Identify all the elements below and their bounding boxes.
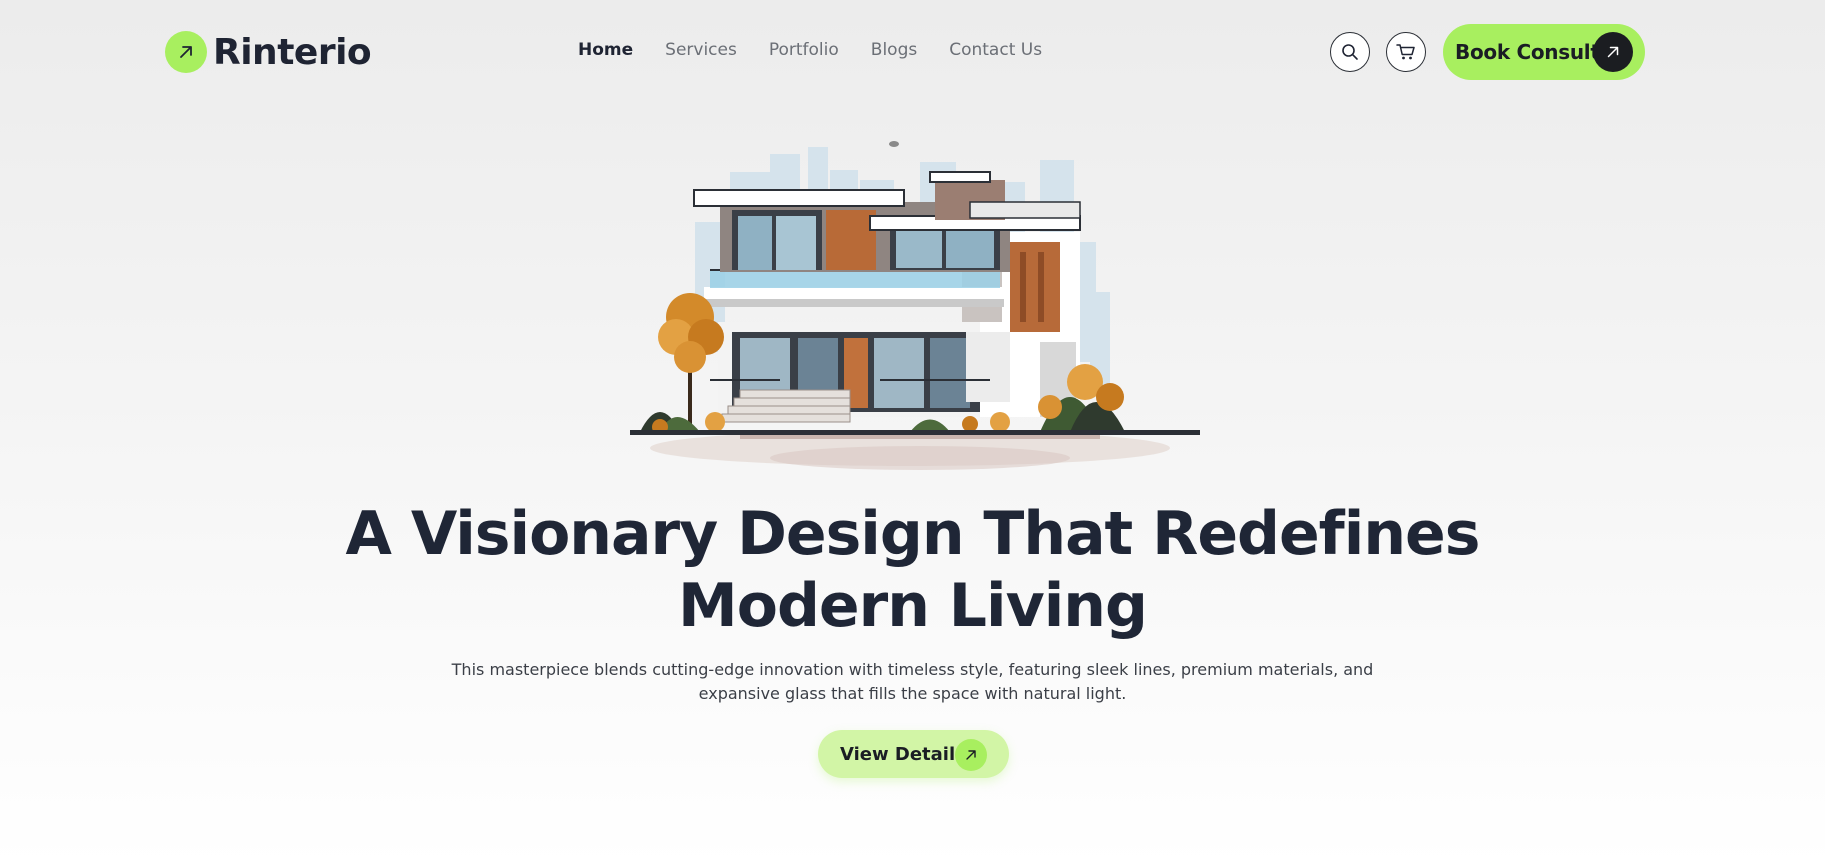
nav-item-home[interactable]: Home (578, 40, 633, 60)
hero-title-line-2: Modern Living (678, 571, 1148, 641)
hero-subtitle-line-2: expansive glass that fills the space wit… (698, 684, 1127, 703)
cart-icon (1396, 44, 1415, 60)
logo-badge (165, 31, 207, 73)
arrow-up-right-icon (1607, 46, 1619, 58)
search-button[interactable] (1330, 32, 1370, 72)
book-consult-label: Book Consult (1455, 40, 1600, 64)
nav-item-contact-us[interactable]: Contact Us (949, 40, 1042, 60)
arrow-up-right-icon (966, 750, 976, 760)
arrow-up-right-icon (180, 46, 192, 58)
nav-item-portfolio[interactable]: Portfolio (769, 40, 839, 60)
book-consult-button[interactable]: Book Consult (1443, 24, 1645, 80)
view-details-button[interactable]: View Details (818, 730, 1009, 778)
house-svg (630, 141, 1200, 470)
view-details-arrow (955, 739, 987, 771)
logo[interactable]: Rinterio (165, 30, 372, 74)
view-details-label: View Details (840, 743, 966, 765)
hero-subtitle-line-1: This masterpiece blends cutting-edge inn… (451, 660, 1374, 679)
hero-subtitle: This masterpiece blends cutting-edge inn… (0, 658, 1825, 706)
site-header: Rinterio Home Services Portfolio Blogs C… (0, 0, 1825, 104)
search-icon (1342, 44, 1358, 60)
nav-item-services[interactable]: Services (665, 40, 737, 60)
nav-item-blogs[interactable]: Blogs (871, 40, 917, 60)
hero-title: A Visionary Design That Redefines Modern… (0, 498, 1825, 642)
brand-name: Rinterio (213, 31, 372, 73)
modern-house-illustration (620, 132, 1200, 477)
hero-title-line-1: A Visionary Design That Redefines (345, 499, 1481, 569)
cart-button[interactable] (1386, 32, 1426, 72)
main-nav: Home Services Portfolio Blogs Contact Us (578, 40, 1042, 60)
book-consult-arrow (1593, 32, 1633, 72)
